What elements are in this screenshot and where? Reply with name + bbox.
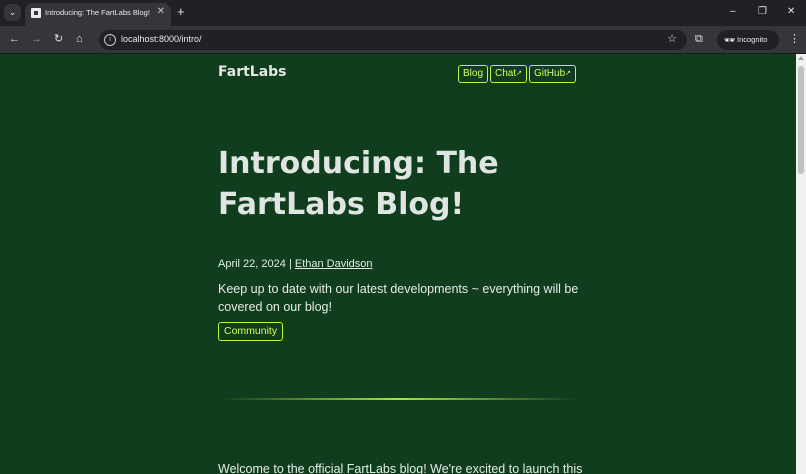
- nav-github-link[interactable]: GitHub↗: [529, 65, 577, 83]
- nav-blog-link[interactable]: Blog: [458, 65, 489, 83]
- tab-search-icon[interactable]: ⌄: [4, 4, 21, 21]
- post-body-paragraph: Welcome to the official FartLabs blog! W…: [218, 462, 583, 474]
- incognito-icon: 🕶: [724, 35, 736, 45]
- section-divider: [220, 398, 578, 400]
- nav-chat-link[interactable]: Chat↗: [490, 65, 528, 83]
- reload-icon[interactable]: ↻: [54, 32, 63, 46]
- site-logo[interactable]: FartLabs: [218, 64, 287, 80]
- post-date: April 22, 2024: [218, 258, 286, 270]
- scroll-thumb[interactable]: [798, 66, 804, 174]
- tab-title: Introducing: The FartLabs Blog!: [45, 8, 150, 17]
- home-icon[interactable]: ⌂: [76, 32, 83, 46]
- post-meta: April 22, 2024 | Ethan Davidson: [218, 258, 373, 270]
- menu-icon[interactable]: ⋮: [789, 32, 800, 46]
- scroll-up-arrow-icon[interactable]: [798, 56, 804, 60]
- post-summary: Keep up to date with our latest developm…: [218, 282, 579, 314]
- bookmark-star-icon[interactable]: ☆: [667, 32, 677, 45]
- nav-link-label: Blog: [463, 68, 484, 79]
- nav-link-label: Chat: [495, 68, 517, 79]
- tag-community[interactable]: Community: [218, 322, 284, 341]
- extensions-icon[interactable]: ⧉: [695, 32, 703, 46]
- restore-button[interactable]: ❐: [758, 6, 767, 18]
- incognito-label: Incognito: [737, 35, 768, 44]
- close-window-button[interactable]: ✕: [787, 6, 795, 18]
- back-icon[interactable]: ←: [9, 32, 20, 46]
- minimize-button[interactable]: –: [730, 6, 736, 18]
- author-link[interactable]: Ethan Davidson: [295, 258, 373, 270]
- url-text[interactable]: localhost:8000/intro/: [121, 34, 202, 44]
- tab-close-icon[interactable]: ✕: [157, 6, 165, 18]
- meta-separator: |: [288, 258, 292, 270]
- page-viewport: FartLabs Blog Chat↗ GitHub↗ Introducing:…: [0, 54, 796, 474]
- site-info-icon[interactable]: i: [104, 34, 116, 46]
- forward-icon[interactable]: →: [31, 32, 42, 46]
- post-title: Introducing: The FartLabs Blog!: [218, 146, 499, 222]
- nav-link-label: GitHub: [534, 68, 566, 79]
- browser-tab[interactable]: Introducing: The FartLabs Blog! ✕: [25, 3, 171, 26]
- external-link-icon: ↗: [516, 70, 523, 77]
- page-scrollbar[interactable]: [796, 54, 806, 474]
- tab-strip: ⌄ Introducing: The FartLabs Blog! ✕ + – …: [0, 0, 806, 26]
- favicon-icon: [31, 8, 41, 18]
- site-nav: Blog Chat↗ GitHub↗: [458, 65, 577, 83]
- incognito-indicator[interactable]: 🕶 Incognito: [717, 30, 779, 50]
- external-link-icon: ↗: [565, 70, 572, 77]
- new-tab-button[interactable]: +: [177, 5, 185, 19]
- address-bar[interactable]: i localhost:8000/intro/ ☆: [99, 30, 687, 50]
